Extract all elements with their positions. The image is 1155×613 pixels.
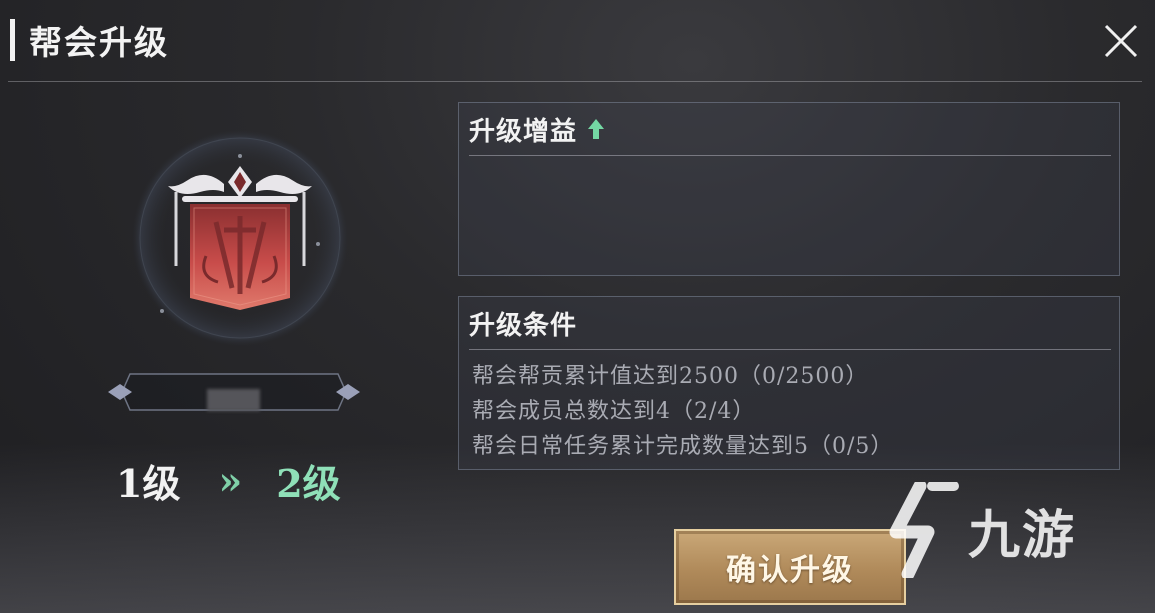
arrow-up-icon: [588, 119, 605, 139]
current-level: 1级: [116, 460, 181, 506]
watermark: 九游: [882, 475, 1118, 585]
benefit-panel: 升级增益: [458, 102, 1120, 276]
watermark-logo-icon: [889, 482, 959, 578]
condition-item: 帮会帮贡累计值达到2500（0/2500）: [472, 364, 869, 389]
benefit-panel-header: 升级增益: [459, 103, 1119, 155]
watermark-text: 九游: [968, 505, 1077, 566]
conditions-list: 帮会帮贡累计值达到2500（0/2500） 帮会成员总数达到4（2/4） 帮会日…: [472, 359, 893, 464]
confirm-upgrade-label: 确认升级: [726, 553, 854, 588]
close-icon[interactable]: [1100, 22, 1142, 60]
level-arrow-icon: »: [218, 457, 243, 503]
header-divider: [8, 81, 1142, 82]
confirm-upgrade-button[interactable]: 确认升级: [674, 529, 906, 605]
conditions-panel-header: 升级条件: [459, 297, 1119, 349]
page-title: 帮会升级: [29, 23, 169, 62]
window-header: 帮会升级: [10, 18, 169, 62]
condition-item: 帮会日常任务累计完成数量达到5（0/5）: [472, 434, 894, 459]
benefit-panel-divider: [469, 155, 1111, 156]
conditions-panel-divider: [469, 349, 1111, 350]
guild-emblem-icon: [132, 130, 348, 346]
conditions-panel-title: 升级条件: [469, 310, 578, 341]
conditions-panel: 升级条件 帮会帮贡累计值达到2500（0/2500） 帮会成员总数达到4（2/4…: [458, 296, 1120, 470]
next-level: 2级: [276, 460, 341, 506]
guild-name-censored: [207, 389, 260, 411]
title-accent-bar: [10, 19, 15, 61]
level-change: 1级 » 2级: [116, 452, 341, 508]
condition-item: 帮会成员总数达到4（2/4）: [472, 399, 756, 424]
benefit-panel-title: 升级增益: [469, 116, 578, 147]
